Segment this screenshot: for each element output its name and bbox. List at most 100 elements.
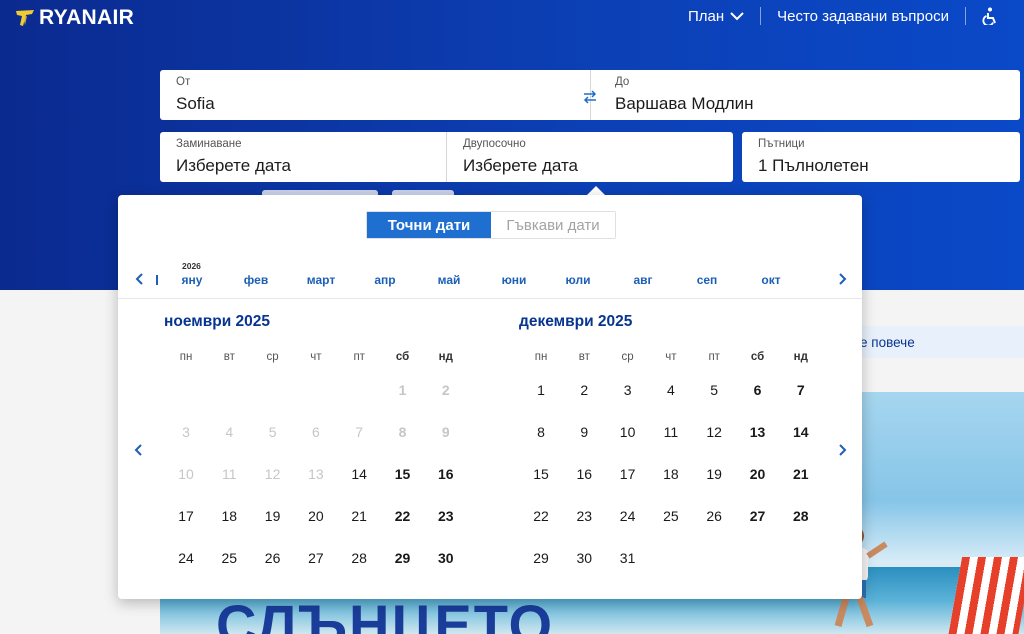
calendar-day[interactable]: 21 [793, 466, 809, 482]
calendar-day[interactable]: 26 [706, 508, 722, 524]
calendar-day[interactable]: 23 [438, 508, 454, 524]
calendar-day[interactable]: 17 [178, 508, 194, 524]
calendar-day: 5 [268, 424, 277, 440]
month-chip[interactable]: яну [182, 273, 203, 287]
month-chip[interactable]: март [307, 273, 335, 287]
calendar-day: 12 [264, 466, 281, 482]
calendar-day[interactable]: 27 [750, 508, 766, 524]
calendar-day[interactable]: 29 [533, 550, 549, 566]
calendar-day[interactable]: 27 [308, 550, 324, 566]
return-date-field[interactable]: Двупосочно Изберете дата [447, 132, 733, 182]
calendar-day[interactable]: 2 [580, 382, 588, 398]
month-chip[interactable]: сеп [697, 273, 718, 287]
calendar-day[interactable]: 3 [624, 382, 632, 398]
accessibility-icon [982, 7, 996, 25]
calendar-day[interactable]: 24 [620, 508, 636, 524]
calendar-day[interactable]: 31 [620, 550, 636, 566]
calendar-day[interactable]: 21 [351, 508, 367, 524]
calendar-day[interactable]: 10 [620, 424, 636, 440]
passengers-field[interactable]: Пътници 1 Пълнолетен [742, 132, 1020, 182]
calendar-day: 1 [398, 382, 407, 398]
calendar-day: 8 [398, 424, 407, 440]
weekday-header: сб [750, 351, 765, 363]
accessibility-button[interactable] [982, 7, 998, 25]
brand-name: RYANAIR [39, 6, 135, 29]
calendar-day[interactable]: 19 [265, 508, 281, 524]
faq-link[interactable]: Често задавани въпроси [777, 8, 949, 25]
exact-dates-tab[interactable]: Точни дати [367, 212, 491, 238]
weekday-header: чт [665, 351, 677, 363]
calendar-day[interactable]: 4 [667, 382, 675, 398]
calendar-day[interactable]: 18 [222, 508, 238, 524]
pax-label: Пътници [758, 138, 805, 150]
from-field[interactable]: От Sofia [160, 70, 590, 120]
calendar-day[interactable]: 22 [533, 508, 549, 524]
month-chip[interactable]: юли [566, 273, 591, 287]
calendar-day: 10 [178, 466, 194, 482]
calendar-day[interactable]: 13 [750, 424, 766, 440]
month-scroller [118, 257, 862, 299]
harp-icon [16, 10, 34, 26]
calendar-day[interactable]: 18 [663, 466, 679, 482]
calendar-day[interactable]: 28 [793, 508, 809, 524]
calendar-day[interactable]: 14 [793, 424, 809, 440]
calendar-day[interactable]: 8 [537, 424, 545, 440]
promo-banner[interactable]: е повече [836, 326, 1024, 358]
calendar-day[interactable]: 5 [710, 382, 718, 398]
from-label: От [176, 76, 191, 88]
calendar-day[interactable]: 15 [533, 466, 549, 482]
calendar-day[interactable]: 14 [351, 466, 367, 482]
calendar-day[interactable]: 26 [265, 550, 281, 566]
calendar-day[interactable]: 12 [706, 424, 722, 440]
calendar-next-arrow-icon[interactable] [834, 442, 850, 458]
months-next-arrow-icon[interactable] [834, 271, 850, 287]
calendar-day[interactable]: 30 [577, 550, 593, 566]
month-chip[interactable]: май [438, 273, 461, 287]
calendar-day[interactable]: 25 [222, 550, 238, 566]
calendar-day[interactable]: 30 [438, 550, 454, 566]
calendar-day[interactable]: 16 [577, 466, 593, 482]
calendar-day[interactable]: 16 [438, 466, 454, 482]
month-chip[interactable]: фев [244, 273, 268, 287]
month-chip[interactable]: окт [761, 273, 780, 287]
calendar-day[interactable]: 6 [754, 382, 762, 398]
return-label: Двупосочно [463, 138, 526, 150]
calendar-day[interactable]: 1 [537, 382, 545, 398]
depart-label: Заминаване [176, 138, 242, 150]
calendar-day[interactable]: 20 [750, 466, 766, 482]
calendar-day[interactable]: 28 [351, 550, 367, 566]
calendar-day[interactable]: 19 [706, 466, 722, 482]
weekday-header: ср [266, 351, 279, 363]
weekday-header: вт [223, 351, 235, 363]
calendar-day[interactable]: 25 [663, 508, 679, 524]
calendar-day[interactable]: 15 [395, 466, 411, 482]
months-prev-arrow-icon[interactable] [132, 271, 148, 287]
calendar-day[interactable]: 9 [580, 424, 588, 440]
calendar-day[interactable]: 23 [577, 508, 593, 524]
swap-route-button[interactable] [579, 86, 601, 108]
weekday-header: пн [534, 351, 548, 363]
depart-value: Изберете дата [176, 156, 291, 175]
nav-divider [965, 7, 966, 25]
calendar-day[interactable]: 22 [395, 508, 411, 524]
calendar-day[interactable]: 11 [664, 424, 679, 440]
calendar-day[interactable]: 29 [395, 550, 411, 566]
month-chip[interactable]: апр [374, 273, 395, 287]
calendar-prev-arrow-icon[interactable] [131, 442, 147, 458]
weekday-header: чт [310, 351, 322, 363]
depart-date-field[interactable]: Заминаване Изберете дата [160, 132, 446, 182]
calendar-day[interactable]: 24 [178, 550, 194, 566]
month-chip[interactable]: авг [633, 273, 652, 287]
month-title: декември 2025 [519, 313, 633, 330]
month-chip[interactable]: юни [502, 273, 527, 287]
to-value: Варшава Модлин [615, 94, 754, 113]
flexible-dates-tab[interactable]: Гъвкави дати [491, 212, 615, 238]
ryanair-logo[interactable]: RYANAIR [14, 6, 134, 30]
calendar-day[interactable]: 7 [797, 382, 805, 398]
weekday-header: нд [438, 351, 453, 363]
calendar-day[interactable]: 20 [308, 508, 324, 524]
weekday-header: нд [793, 351, 808, 363]
calendar-day: 3 [182, 424, 190, 440]
calendar-day[interactable]: 17 [620, 466, 636, 482]
to-field[interactable]: До Варшава Модлин [591, 70, 1020, 120]
